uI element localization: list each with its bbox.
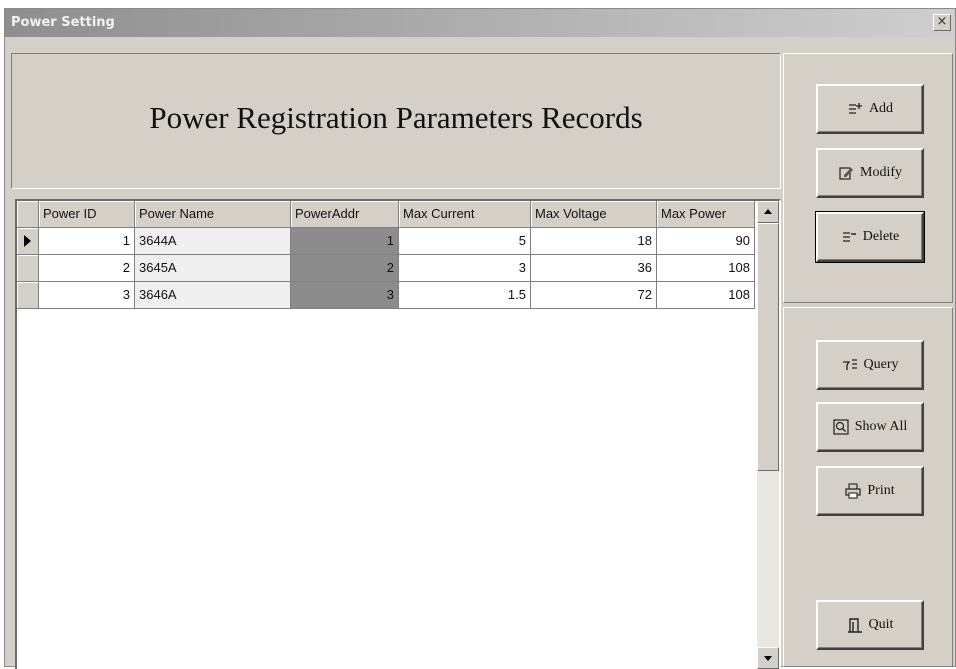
vertical-scrollbar[interactable]	[757, 201, 779, 669]
column-header-max-voltage[interactable]: Max Voltage	[531, 201, 657, 228]
add-button[interactable]: Add	[816, 84, 924, 134]
add-icon	[848, 103, 862, 114]
arrow-up-icon	[764, 209, 772, 214]
cell-power-name[interactable]: 3645A	[135, 255, 291, 282]
current-row-arrow-icon	[24, 235, 31, 247]
cell-power-name[interactable]: 3646A	[135, 282, 291, 309]
print-button[interactable]: Print	[816, 466, 924, 516]
records-grid[interactable]: Power ID Power Name PowerAddr Max Curren…	[15, 199, 781, 669]
row-indicator[interactable]	[17, 282, 39, 309]
query-button-label: Query	[863, 357, 899, 372]
scroll-up-button[interactable]	[757, 201, 779, 223]
show-all-icon	[833, 419, 849, 435]
quit-icon	[847, 618, 862, 633]
modify-icon	[839, 167, 853, 180]
power-setting-window: Power Setting × Power Registration Param…	[4, 8, 956, 669]
cell-max-power[interactable]: 90	[657, 228, 755, 255]
cell-max-current[interactable]: 5	[399, 228, 531, 255]
column-header-power-addr[interactable]: PowerAddr	[291, 201, 399, 228]
column-header-power-id[interactable]: Power ID	[39, 201, 135, 228]
show-all-button-label: Show All	[854, 419, 908, 434]
cell-max-power[interactable]: 108	[657, 255, 755, 282]
modify-button-label: Modify	[860, 165, 902, 180]
modify-button[interactable]: Modify	[816, 148, 924, 198]
cell-power-addr[interactable]: 3	[291, 282, 399, 309]
title-bar: Power Setting ×	[5, 9, 955, 37]
row-indicator-header	[17, 201, 39, 228]
delete-button[interactable]: Delete	[815, 211, 925, 263]
header-panel: Power Registration Parameters Records	[11, 53, 781, 189]
page-title: Power Registration Parameters Records	[149, 100, 643, 135]
delete-button-label: Delete	[862, 229, 900, 244]
scrollbar-thumb[interactable]	[757, 223, 779, 471]
grid-header-row: Power ID Power Name PowerAddr Max Curren…	[17, 201, 755, 228]
cell-power-addr[interactable]: 1	[291, 228, 399, 255]
column-header-max-current[interactable]: Max Current	[399, 201, 531, 228]
table-row[interactable]: 2 3645A 2 3 36 108	[17, 255, 755, 282]
query-button[interactable]: Query	[816, 340, 924, 390]
add-button-label: Add	[868, 101, 894, 116]
scroll-down-button[interactable]	[757, 647, 779, 669]
close-button[interactable]: ×	[933, 14, 951, 31]
cell-power-name[interactable]: 3644A	[135, 228, 291, 255]
table-row[interactable]: 3 3646A 3 1.5 72 108	[17, 282, 755, 309]
row-indicator[interactable]	[17, 255, 39, 282]
arrow-down-icon	[764, 656, 772, 661]
row-indicator[interactable]	[17, 228, 39, 255]
cell-max-voltage[interactable]: 18	[531, 228, 657, 255]
cell-max-voltage[interactable]: 36	[531, 255, 657, 282]
table-row[interactable]: 1 3644A 1 5 18 90	[17, 228, 755, 255]
column-header-power-name[interactable]: Power Name	[135, 201, 291, 228]
window-title: Power Setting	[11, 15, 115, 30]
show-all-button[interactable]: Show All	[816, 402, 924, 452]
edit-actions-panel: Add Modify Delete	[783, 53, 953, 303]
view-actions-panel: Query Show All Print Quit	[783, 307, 953, 667]
column-header-max-power[interactable]: Max Power	[657, 201, 755, 228]
cell-max-current[interactable]: 3	[399, 255, 531, 282]
printer-icon	[845, 483, 861, 499]
quit-button[interactable]: Quit	[816, 600, 924, 650]
quit-button-label: Quit	[868, 617, 894, 632]
delete-icon	[842, 232, 856, 242]
query-icon	[842, 359, 857, 370]
cell-max-voltage[interactable]: 72	[531, 282, 657, 309]
cell-power-addr[interactable]: 2	[291, 255, 399, 282]
print-button-label: Print	[867, 483, 895, 498]
cell-max-current[interactable]: 1.5	[399, 282, 531, 309]
cell-power-id[interactable]: 2	[39, 255, 135, 282]
cell-power-id[interactable]: 3	[39, 282, 135, 309]
cell-max-power[interactable]: 108	[657, 282, 755, 309]
cell-power-id[interactable]: 1	[39, 228, 135, 255]
